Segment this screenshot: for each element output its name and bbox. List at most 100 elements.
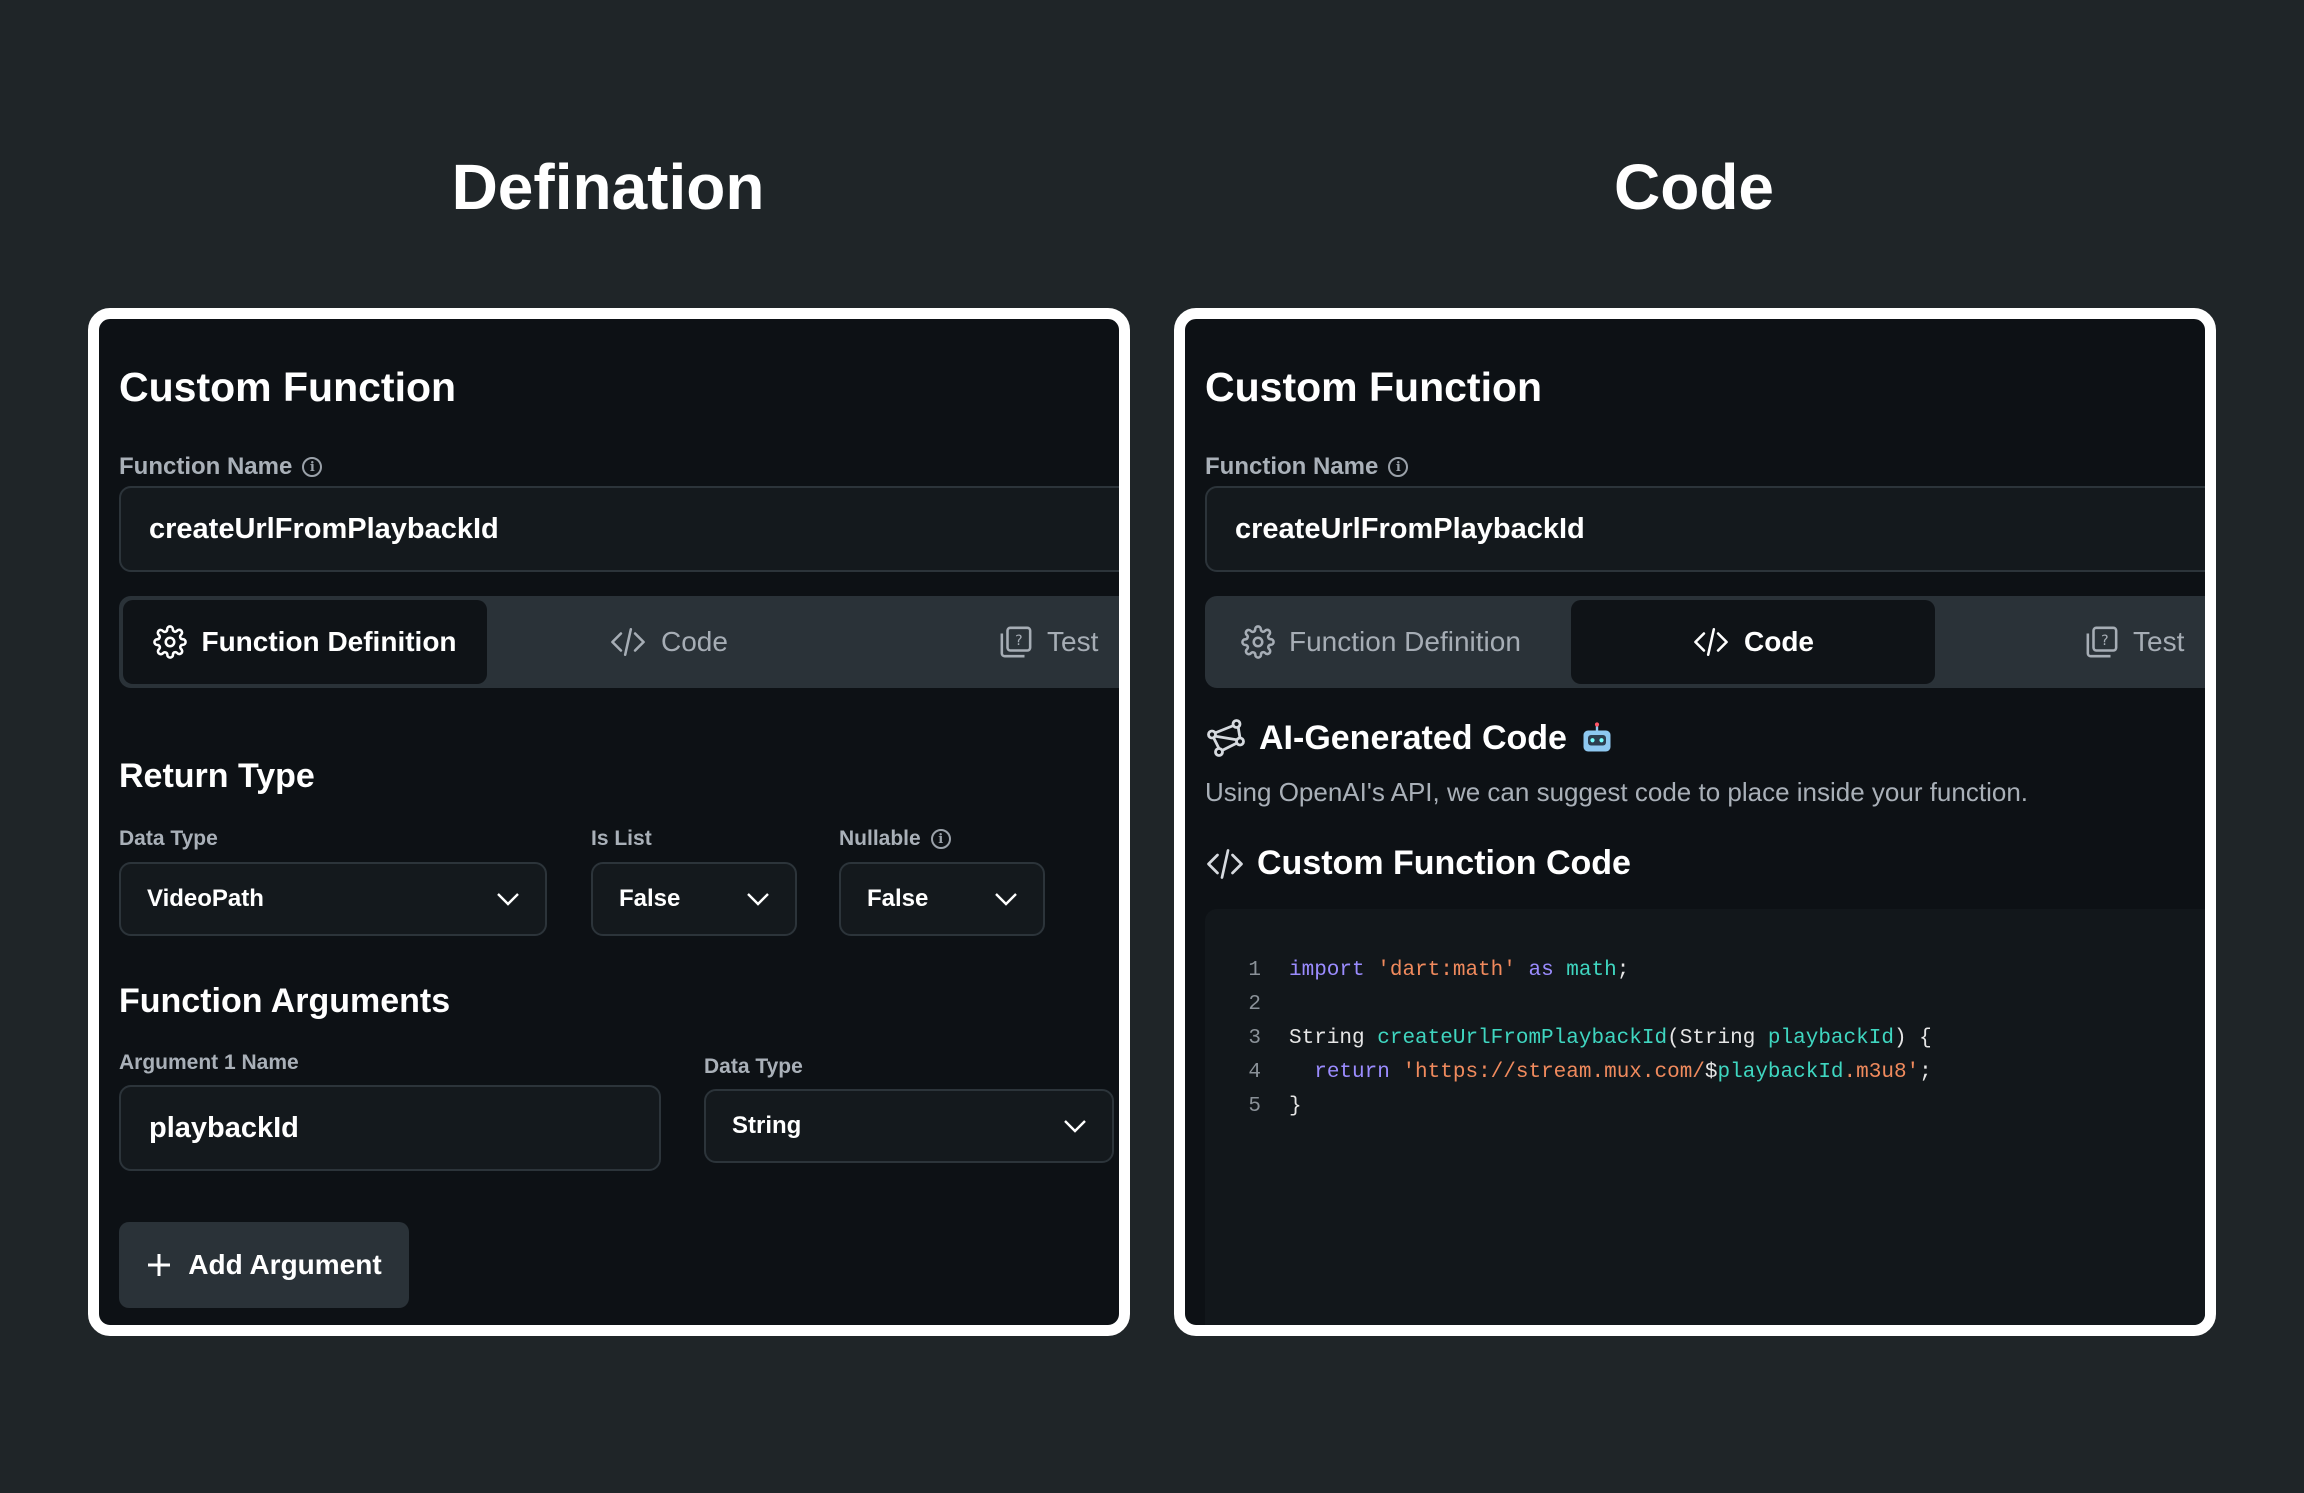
chevron-down-icon	[995, 893, 1017, 906]
code-line: 3 String createUrlFromPlaybackId(String p…	[1205, 1021, 2205, 1055]
function-name-input[interactable]: createUrlFromPlaybackId	[1205, 486, 2205, 572]
code-token: playbackId	[1767, 1026, 1894, 1050]
code-token: ;	[1616, 958, 1630, 982]
code-token: createUrlFromPlaybackId	[1377, 1026, 1668, 1050]
info-icon[interactable]: i	[1388, 457, 1409, 477]
line-number: 4	[1248, 1060, 1261, 1084]
tab-function-definition[interactable]: Function Definition	[123, 600, 487, 684]
argument-1-name-input[interactable]: playbackId	[119, 1085, 661, 1171]
function-name-input[interactable]: createUrlFromPlaybackId	[119, 486, 1119, 572]
return-type-title: Return Type	[119, 757, 315, 795]
code-token: as	[1528, 958, 1554, 982]
nullable-label: Nullable i	[839, 827, 951, 851]
svg-text:?: ?	[1015, 633, 1023, 649]
tab-function-definition[interactable]: Function Definition	[1241, 600, 1521, 684]
code-token: .m3u8'	[1843, 1060, 1920, 1084]
argument-1-name-label: Argument 1 Name	[119, 1051, 299, 1074]
info-icon[interactable]: i	[930, 829, 951, 849]
data-type-label: Data Type	[119, 827, 218, 850]
code-icon	[1207, 848, 1243, 879]
code-text: String createUrlFromPlaybackId(String pl…	[1261, 1027, 1932, 1050]
tab-test[interactable]: ? Test	[2085, 600, 2184, 684]
argument-1-type-select[interactable]: String	[704, 1089, 1114, 1163]
tab-label: Code	[1744, 626, 1814, 657]
add-argument-label: Add Argument	[188, 1249, 382, 1280]
line-number: 2	[1248, 992, 1261, 1016]
tab-code[interactable]: Code	[609, 600, 728, 684]
select-value: VideoPath	[147, 885, 264, 912]
function-name-value: createUrlFromPlaybackId	[149, 512, 499, 545]
info-icon[interactable]: i	[302, 457, 323, 477]
tab-label: Function Definition	[1289, 626, 1521, 657]
select-value: False	[867, 885, 929, 912]
code-token: ) {	[1893, 1026, 1932, 1050]
return-data-type-select[interactable]: VideoPath	[119, 862, 547, 936]
is-list-select[interactable]: False	[591, 862, 797, 936]
function-name-label-text: Function Name	[1205, 453, 1379, 480]
tab-label: Test	[1047, 626, 1099, 657]
line-number: 1	[1248, 958, 1261, 982]
ai-description: Using OpenAI's API, we can suggest code …	[1205, 777, 2028, 807]
svg-text:?: ?	[2101, 633, 2109, 649]
code-token: $	[1704, 1060, 1718, 1084]
select-value: String	[732, 1112, 802, 1139]
code-token: ;	[1919, 1060, 1932, 1084]
ai-generated-code-title: AI-Generated Code	[1205, 717, 1615, 759]
code-token: 'https://stream.mux.com/	[1402, 1060, 1705, 1084]
select-value: False	[619, 885, 681, 912]
code-line: 4 return 'https://stream.mux.com/$playba…	[1205, 1055, 2205, 1089]
code-token: return	[1314, 1060, 1390, 1084]
code-line: 2	[1205, 987, 2205, 1021]
code-editor[interactable]: 1 import 'dart:math' as math; 2 3 String cre…	[1205, 909, 2205, 1325]
is-list-label: Is List	[591, 827, 652, 850]
custom-function-code-title: Custom Function Code	[1205, 844, 1631, 883]
add-argument-button[interactable]: Add Argument	[119, 1222, 409, 1308]
code-line: 5}	[1205, 1089, 2205, 1123]
code-title-text: Custom Function Code	[1257, 844, 1631, 882]
line-number: 5	[1248, 1094, 1261, 1118]
function-name-value: createUrlFromPlaybackId	[1235, 512, 1585, 545]
code-panel: Custom Function Function Name i createUr…	[1174, 308, 2216, 1336]
tab-label: Code	[661, 626, 728, 657]
function-name-label: Function Name i	[119, 453, 323, 481]
code-token: String	[1289, 1026, 1365, 1050]
line-number: 3	[1248, 1026, 1261, 1050]
plus-icon	[148, 1254, 171, 1276]
tab-label: Test	[2133, 626, 2185, 657]
chevron-down-icon	[497, 893, 519, 906]
tab-bar: Function Definition Code ? Test	[119, 596, 1119, 688]
code-token: 'dart:math'	[1377, 958, 1516, 982]
chevron-down-icon	[747, 893, 769, 906]
code-token: math	[1566, 958, 1617, 982]
function-arguments-title: Function Arguments	[119, 982, 451, 1020]
code-token: import	[1289, 958, 1365, 982]
tab-code[interactable]: Code	[1571, 600, 1935, 684]
argument-1-type-label: Data Type	[704, 1055, 803, 1078]
panel-title: Custom Function	[119, 364, 457, 410]
code-icon	[1694, 627, 1728, 657]
code-token: }	[1289, 1094, 1302, 1118]
code-icon	[611, 627, 645, 657]
nullable-label-text: Nullable	[839, 827, 921, 850]
robot-icon	[1583, 722, 1611, 752]
definition-heading: Defination	[451, 151, 765, 223]
argument-1-name-value: playbackId	[149, 1111, 299, 1144]
tab-test[interactable]: ? Test	[999, 600, 1098, 684]
test-icon: ?	[1000, 626, 1032, 658]
tab-bar: Function Definition Code ? Test	[1205, 596, 2205, 688]
tab-label: Function Definition	[201, 626, 457, 657]
code-text: return 'https://stream.mux.com/$playback…	[1261, 1061, 1932, 1084]
panel-title: Custom Function	[1205, 364, 1543, 410]
gear-icon	[153, 625, 188, 659]
definition-panel: Custom Function Function Name i createUr…	[88, 308, 1130, 1336]
ai-graph-icon	[1207, 719, 1245, 757]
code-text: import 'dart:math' as math;	[1261, 959, 1629, 982]
nullable-select[interactable]: False	[839, 862, 1045, 936]
code-line: 1 import 'dart:math' as math;	[1205, 953, 2205, 987]
